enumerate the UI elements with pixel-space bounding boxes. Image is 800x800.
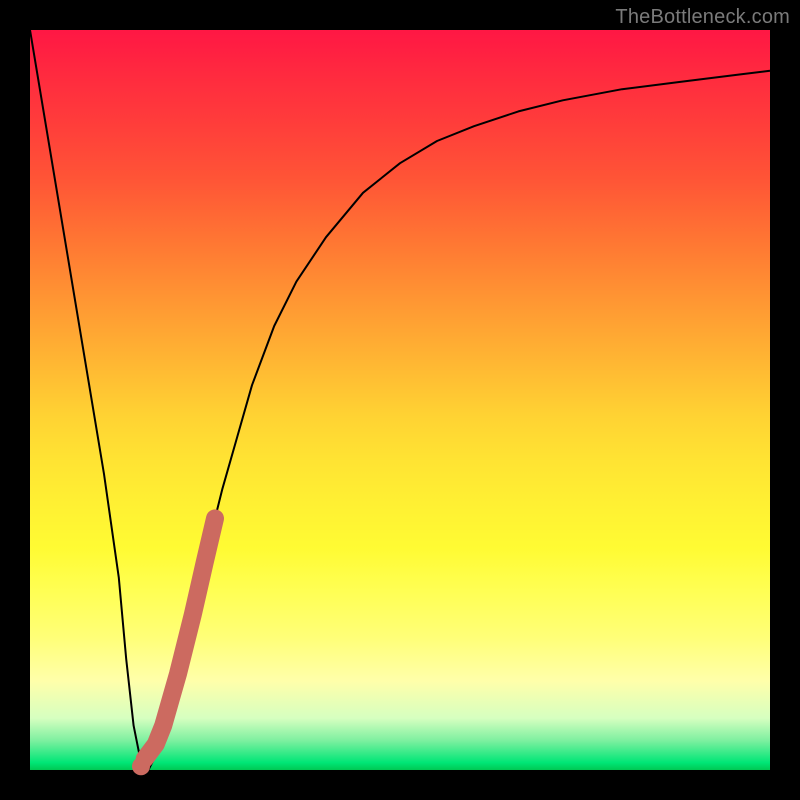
highlight-stroke (145, 518, 215, 759)
watermark-text: TheBottleneck.com (615, 6, 790, 29)
chart-frame: TheBottleneck.com (0, 0, 800, 800)
highlight-dot (132, 757, 150, 775)
plot-area (30, 30, 770, 770)
highlight-markers (132, 518, 215, 775)
bottleneck-curve (30, 30, 770, 770)
chart-svg (30, 30, 770, 770)
